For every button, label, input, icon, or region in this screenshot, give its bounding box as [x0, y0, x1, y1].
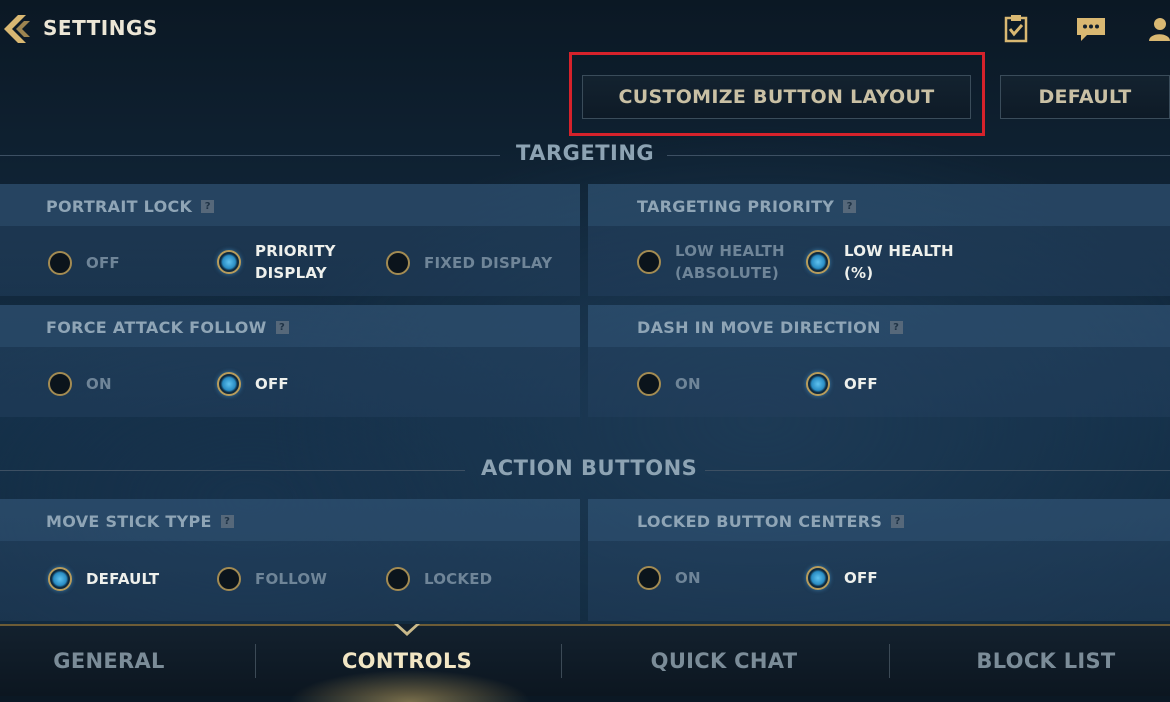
- help-icon[interactable]: ?: [201, 200, 215, 213]
- section-header-targeting: TARGETING: [0, 140, 1170, 170]
- setting-label: LOCKED BUTTON CENTERS: [637, 512, 883, 531]
- setting-move-stick-type: MOVE STICK TYPE ? DEFAULT FOLLOW LOCKED: [0, 499, 580, 621]
- radio-selected-icon[interactable]: [806, 566, 830, 590]
- setting-label: PORTRAIT LOCK: [46, 197, 193, 216]
- radio-icon[interactable]: [48, 372, 72, 396]
- radio-selected-icon[interactable]: [217, 250, 241, 274]
- help-icon[interactable]: ?: [891, 515, 905, 528]
- setting-label: FORCE ATTACK FOLLOW: [46, 318, 267, 337]
- back-chevron-icon[interactable]: [0, 12, 34, 46]
- bottom-tab-bar: GENERAL CONTROLS QUICK CHAT BLOCK LIST: [0, 622, 1170, 702]
- highlight-box: [569, 52, 985, 136]
- section-title-action-buttons: ACTION BUTTONS: [481, 456, 698, 480]
- radio-icon[interactable]: [217, 567, 241, 591]
- setting-portrait-lock: PORTRAIT LOCK ? OFF PRIORITY DISPLAY FIX…: [0, 184, 580, 296]
- radio-icon[interactable]: [637, 372, 661, 396]
- radio-icon[interactable]: [637, 250, 661, 274]
- radio-icon[interactable]: [637, 566, 661, 590]
- radio-icon[interactable]: [386, 567, 410, 591]
- setting-label: TARGETING PRIORITY: [637, 197, 835, 216]
- section-header-action-buttons: ACTION BUTTONS: [0, 455, 1170, 485]
- option-off[interactable]: OFF: [806, 566, 878, 590]
- option-priority-display[interactable]: PRIORITY DISPLAY: [217, 240, 336, 284]
- tab-controls[interactable]: CONTROLS: [260, 626, 554, 696]
- setting-locked-button-centers: LOCKED BUTTON CENTERS ? ON OFF: [588, 499, 1170, 621]
- setting-label: MOVE STICK TYPE: [46, 512, 212, 531]
- friends-icon[interactable]: [1148, 14, 1170, 44]
- default-button[interactable]: DEFAULT: [1000, 75, 1170, 119]
- help-icon[interactable]: ?: [889, 321, 903, 334]
- radio-selected-icon[interactable]: [806, 250, 830, 274]
- radio-selected-icon[interactable]: [217, 372, 241, 396]
- setting-force-attack-follow: FORCE ATTACK FOLLOW ? ON OFF: [0, 305, 580, 417]
- option-low-health-percent[interactable]: LOW HEALTH (%): [806, 240, 954, 284]
- section-title-targeting: TARGETING: [516, 141, 655, 165]
- tab-quick-chat[interactable]: QUICK CHAT: [566, 626, 882, 696]
- radio-icon[interactable]: [48, 251, 72, 275]
- help-icon[interactable]: ?: [843, 200, 857, 213]
- page-title: SETTINGS: [43, 16, 158, 40]
- option-default[interactable]: DEFAULT: [48, 567, 159, 591]
- help-icon[interactable]: ?: [275, 321, 289, 334]
- radio-icon[interactable]: [386, 251, 410, 275]
- setting-targeting-priority: TARGETING PRIORITY ? LOW HEALTH (ABSOLUT…: [588, 184, 1170, 296]
- chat-icon[interactable]: [1075, 14, 1105, 44]
- help-icon[interactable]: ?: [220, 515, 234, 528]
- radio-selected-icon[interactable]: [48, 567, 72, 591]
- option-on[interactable]: ON: [637, 566, 701, 590]
- option-fixed-display[interactable]: FIXED DISPLAY: [386, 251, 552, 275]
- option-off[interactable]: OFF: [48, 251, 120, 275]
- option-on[interactable]: ON: [637, 372, 701, 396]
- tab-block-list[interactable]: BLOCK LIST: [922, 626, 1170, 696]
- option-locked[interactable]: LOCKED: [386, 567, 492, 591]
- top-bar: SETTINGS: [0, 0, 1170, 60]
- tab-general[interactable]: GENERAL: [0, 626, 218, 696]
- option-on[interactable]: ON: [48, 372, 112, 396]
- checklist-icon[interactable]: [1001, 14, 1031, 44]
- setting-dash-in-move-direction: DASH IN MOVE DIRECTION ? ON OFF: [588, 305, 1170, 417]
- radio-selected-icon[interactable]: [806, 372, 830, 396]
- option-off[interactable]: OFF: [806, 372, 878, 396]
- option-off[interactable]: OFF: [217, 372, 289, 396]
- option-low-health-absolute[interactable]: LOW HEALTH (ABSOLUTE): [637, 240, 785, 284]
- option-follow[interactable]: FOLLOW: [217, 567, 327, 591]
- setting-label: DASH IN MOVE DIRECTION: [637, 318, 881, 337]
